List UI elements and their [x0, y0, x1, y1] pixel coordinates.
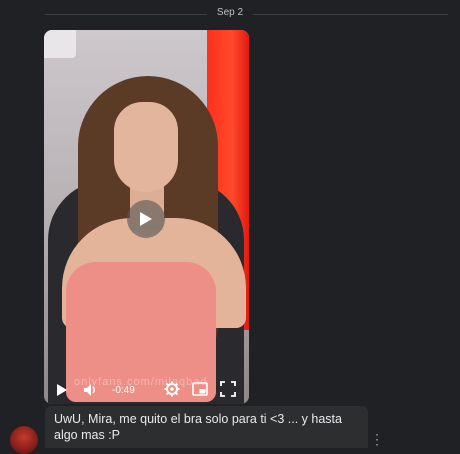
play-button[interactable] — [56, 383, 68, 397]
video-player[interactable]: onlyfans.com/milaqbad -0:49 — [44, 30, 249, 404]
fullscreen-icon — [220, 381, 236, 397]
date-divider: Sep 2 — [0, 4, 460, 24]
message-text: UwU, Mira, me quito el bra solo para ti … — [54, 412, 342, 442]
message-bubble: UwU, Mira, me quito el bra solo para ti … — [45, 406, 368, 448]
center-play-button[interactable] — [127, 200, 165, 238]
picture-in-picture-button[interactable] — [192, 381, 208, 397]
volume-button[interactable] — [82, 382, 98, 398]
picture-in-picture-icon — [192, 382, 208, 396]
play-icon — [57, 384, 67, 396]
video-controls: -0:49 — [44, 374, 249, 404]
more-options-button[interactable]: ⋮ — [370, 430, 384, 448]
fullscreen-button[interactable] — [220, 381, 236, 397]
more-vertical-icon: ⋮ — [370, 431, 384, 447]
divider-line-left — [45, 14, 207, 15]
avatar[interactable] — [10, 426, 38, 454]
date-label: Sep 2 — [216, 7, 244, 18]
divider-line-right — [253, 14, 448, 15]
volume-icon — [84, 384, 95, 396]
play-circle-icon — [140, 212, 152, 226]
time-remaining: -0:49 — [112, 385, 135, 396]
gear-icon — [164, 381, 180, 397]
settings-button[interactable] — [164, 381, 180, 397]
